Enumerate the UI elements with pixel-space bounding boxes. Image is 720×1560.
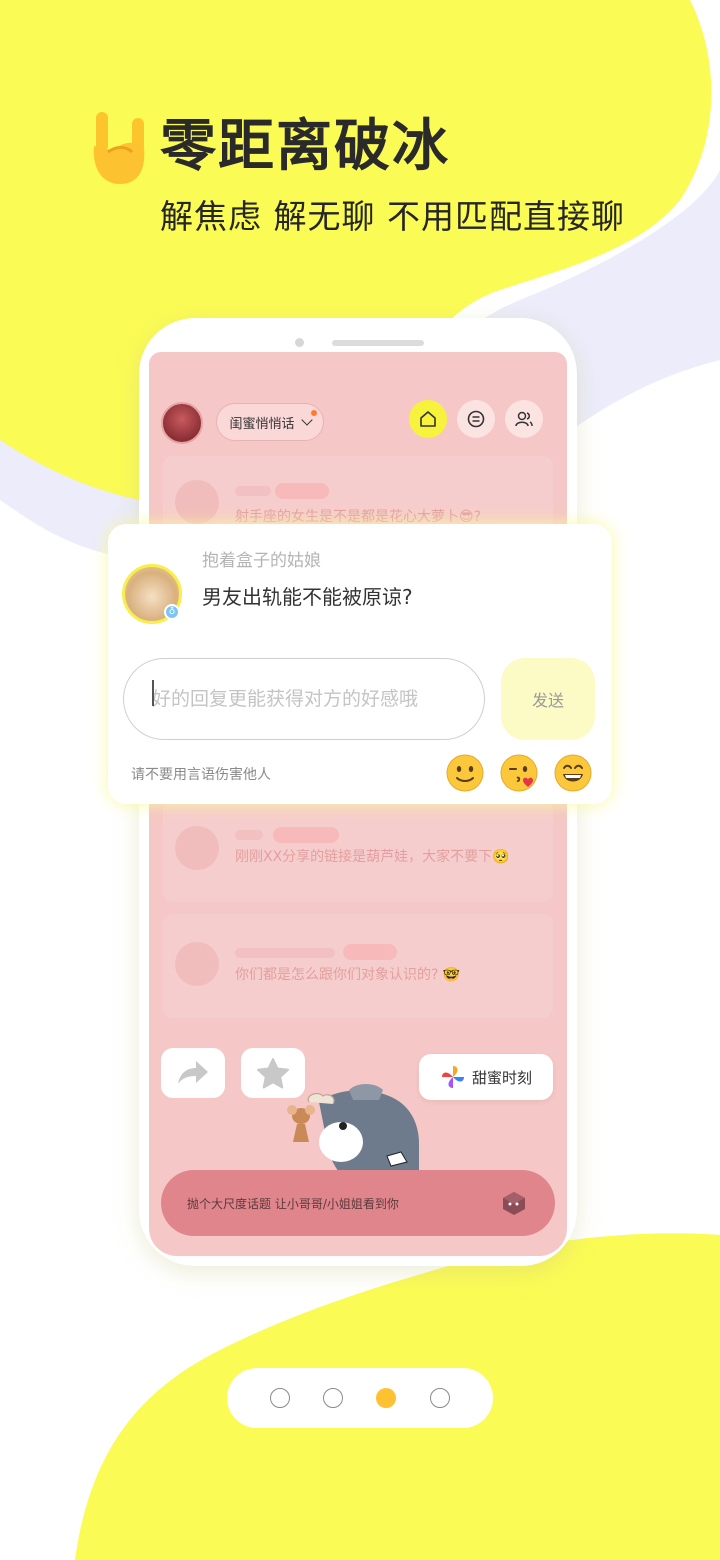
sweet-moment-label: 甜蜜时刻	[471, 1068, 532, 1087]
cartoon-cat-mouse-illustration	[287, 1084, 419, 1172]
slight-smile-emoji-icon[interactable]	[446, 754, 484, 792]
sweet-moment-button[interactable]: 甜蜜时刻	[419, 1054, 553, 1100]
page-dot[interactable]	[430, 1388, 450, 1408]
hero-title: 零距离破冰	[160, 114, 450, 179]
feed-text: 刚刚XX分享的链接是葫芦娃，大家不要下🥺	[235, 849, 510, 865]
reply-popup: ♁ 抱着盒子的姑娘 男友出轨能不能被原谅? 发送 请不要用言语伤害他人	[108, 524, 612, 804]
feed-tag	[343, 944, 397, 960]
share-arrow-icon	[178, 1061, 208, 1084]
kiss-wink-emoji-icon[interactable]	[500, 754, 538, 792]
room-avatar[interactable]	[161, 402, 203, 444]
pinwheel-icon	[441, 1066, 464, 1088]
home-button[interactable]	[409, 400, 447, 438]
grin-emoji-icon[interactable]	[554, 754, 592, 792]
page-dot[interactable]	[323, 1388, 343, 1408]
question-text: 男友出轨能不能被原谅?	[202, 585, 413, 609]
feed-name-placeholder	[235, 948, 335, 958]
page-dot-active[interactable]	[376, 1388, 396, 1408]
feed-tag	[273, 827, 339, 843]
home-icon	[420, 411, 436, 427]
feed-avatar	[175, 942, 219, 986]
feed-name-placeholder	[235, 486, 271, 496]
users-icon	[515, 411, 533, 427]
list-button[interactable]	[457, 400, 495, 438]
share-button[interactable]	[161, 1048, 225, 1098]
hero-subtitle: 解焦虑 解无聊 不用匹配直接聊	[160, 197, 625, 236]
feed-name-placeholder	[235, 830, 263, 840]
box-icon	[503, 1192, 525, 1215]
reply-hint: 请不要用言语伤害他人	[131, 767, 271, 783]
feed-text: 射手座的女生是不是都是花心大萝卜😎?	[235, 509, 482, 525]
rock-hand-emoji-icon	[93, 112, 145, 184]
notification-dot	[311, 410, 317, 416]
send-button[interactable]: 发送	[501, 658, 595, 740]
page-indicator	[227, 1368, 493, 1428]
gender-badge: ♁	[164, 604, 180, 620]
app-screen: 闺蜜悄悄话 射手座的女生是不是都是花心大萝卜😎? 刚刚XX分享的链接是葫芦娃，大…	[149, 352, 567, 1256]
room-selector-label: 闺蜜悄悄话	[229, 416, 295, 432]
feed-avatar	[175, 480, 219, 524]
text-caret	[152, 680, 154, 706]
reply-input[interactable]	[123, 658, 485, 740]
feed-card[interactable]: 刚刚XX分享的链接是葫芦娃，大家不要下🥺	[163, 800, 553, 902]
post-topic-bar[interactable]: 抛个大尺度话题 让小哥哥/小姐姐看到你	[161, 1170, 555, 1236]
phone-speaker	[332, 340, 424, 346]
feed-text: 你们都是怎么跟你们对象认识的? 🤓	[235, 967, 461, 983]
page-dot[interactable]	[270, 1388, 290, 1408]
feed-card[interactable]: 你们都是怎么跟你们对象认识的? 🤓	[163, 914, 553, 1018]
phone-camera	[295, 338, 304, 347]
feed-tag	[275, 483, 329, 499]
room-selector[interactable]: 闺蜜悄悄话	[216, 403, 324, 441]
list-icon	[467, 410, 485, 428]
chevron-down-icon	[300, 414, 313, 426]
users-button[interactable]	[505, 400, 543, 438]
user-name: 抱着盒子的姑娘	[202, 551, 321, 571]
post-topic-text: 抛个大尺度话题 让小哥哥/小姐姐看到你	[187, 1197, 399, 1211]
feed-avatar	[175, 826, 219, 870]
